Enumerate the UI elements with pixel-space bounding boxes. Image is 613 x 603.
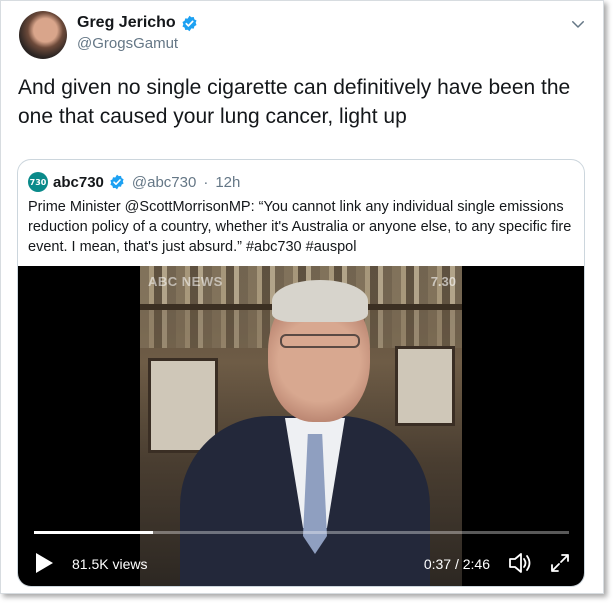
quoted-author-avatar[interactable]: 730 [28, 172, 48, 192]
wall-frame [148, 358, 218, 453]
video-player[interactable]: ABC NEWS 7.30 81.5K views 0:37 / 2:46 [18, 266, 584, 586]
author-name-row[interactable]: Greg Jericho [77, 14, 198, 32]
tweet-text: And given no single cigarette can defini… [18, 76, 571, 128]
video-frame: ABC NEWS 7.30 [140, 266, 462, 586]
quoted-tweet-header: 730 abc730 @abc730 · 12h [28, 172, 240, 192]
author-avatar[interactable] [19, 11, 67, 59]
person-glasses [280, 334, 360, 348]
quoted-tweet-text: Prime Minister @ScottMorrisonMP: “You ca… [28, 199, 572, 255]
wall-frame [395, 346, 455, 426]
quoted-avatar-text: 730 [29, 177, 47, 187]
author-display-name[interactable]: Greg Jericho [77, 14, 176, 32]
video-progress-bar[interactable] [34, 531, 569, 534]
dot-separator: · [203, 173, 209, 191]
quoted-author-name[interactable]: abc730 [53, 174, 104, 191]
quoted-timestamp[interactable]: 12h [215, 174, 240, 191]
chevron-down-icon[interactable] [569, 15, 587, 33]
abc-news-watermark: ABC NEWS [148, 274, 223, 289]
abc730-watermark: 7.30 [430, 274, 456, 289]
video-time: 0:37 / 2:46 [423, 556, 490, 572]
fullscreen-icon[interactable] [548, 551, 572, 575]
person-hair [272, 280, 368, 322]
play-icon[interactable] [34, 552, 54, 574]
verified-badge-icon [110, 174, 124, 190]
view-count: 81.5K views [72, 556, 148, 572]
quoted-author-handle[interactable]: @abc730 [132, 174, 196, 191]
tweet-card: Greg Jericho @GrogsGamut And given no si… [0, 0, 604, 594]
verified-badge-icon [182, 15, 197, 31]
author-handle[interactable]: @GrogsGamut [77, 35, 178, 52]
volume-icon[interactable] [508, 551, 534, 575]
quoted-tweet[interactable]: 730 abc730 @abc730 · 12h Prime Minister … [17, 159, 585, 587]
video-progress-fill [34, 531, 154, 534]
